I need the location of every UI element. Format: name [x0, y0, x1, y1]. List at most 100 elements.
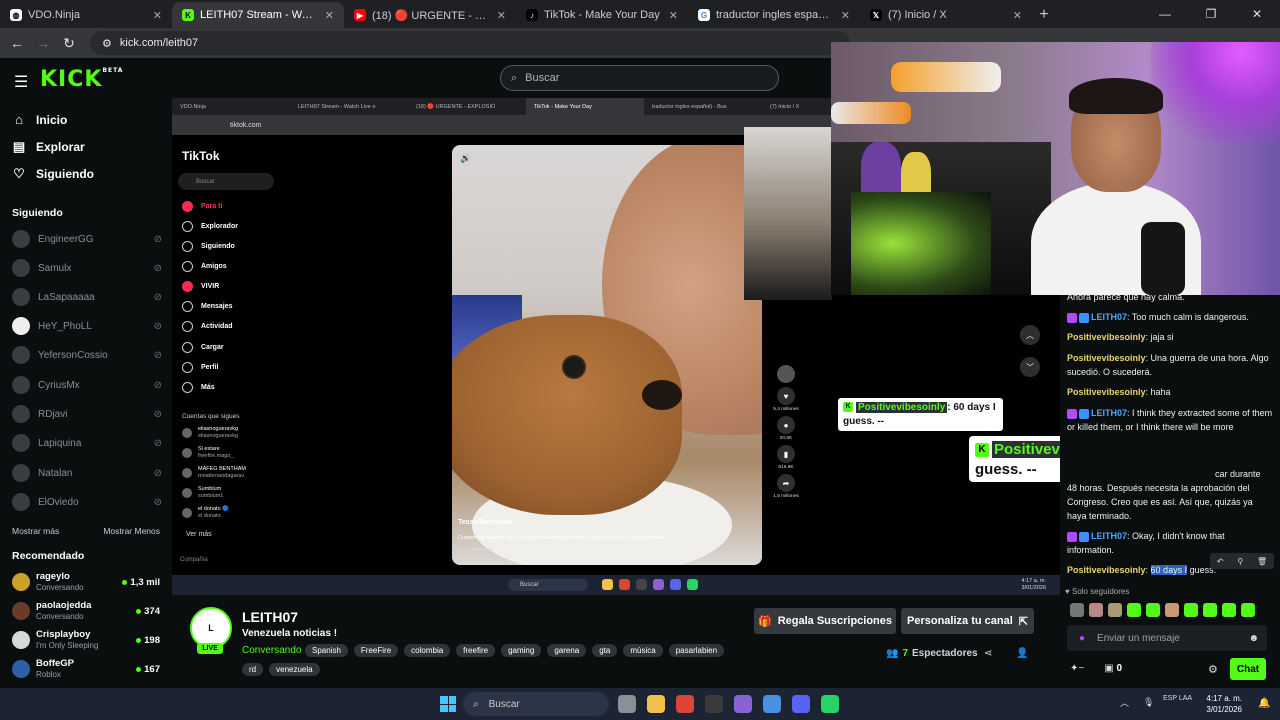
- browser-tab-active[interactable]: K LEITH07 Stream - Watch Live on ✕: [172, 2, 344, 28]
- kick-logo[interactable]: KICKBETA: [40, 67, 123, 92]
- tag[interactable]: colombia: [404, 644, 451, 657]
- chat-input[interactable]: ● Enviar un mensaje ☻: [1067, 625, 1267, 651]
- show-more-button[interactable]: Mostrar más: [12, 526, 59, 536]
- url-field[interactable]: ⚙ kick.com/leith07: [90, 31, 850, 55]
- browser-tab[interactable]: ♪ TikTok - Make Your Day ✕: [516, 2, 688, 28]
- new-tab-button[interactable]: +: [1032, 2, 1056, 28]
- following-item[interactable]: CyriusMx ⊘: [12, 376, 162, 394]
- following-item[interactable]: Samulx ⊘: [12, 259, 162, 277]
- close-icon[interactable]: ✕: [1013, 9, 1022, 22]
- message-user[interactable]: LEITH07: [1091, 531, 1127, 541]
- notepad-icon[interactable]: [763, 695, 781, 713]
- nav-inicio[interactable]: ⌂ Inicio: [12, 112, 67, 127]
- tag[interactable]: Spanish: [305, 644, 348, 657]
- chrome-icon[interactable]: [676, 695, 694, 713]
- taskbar-search[interactable]: ⌕ Buscar: [463, 692, 609, 716]
- clock[interactable]: 4:17 a. m. 3/01/2026: [1202, 693, 1242, 715]
- message-user[interactable]: Positivevibesoinly: [1067, 353, 1146, 363]
- browser-tab[interactable]: 𝕏 (7) Inicio / X ✕: [860, 2, 1032, 28]
- stream-category[interactable]: Conversando: [242, 645, 301, 656]
- whatsapp-icon[interactable]: [821, 695, 839, 713]
- emote-icon[interactable]: [1108, 603, 1122, 617]
- mic-icon[interactable]: 🎙: [1143, 697, 1154, 708]
- browser-tab[interactable]: ▶ (18) 🔴 URGENTE - EXPLOSION ✕: [344, 2, 516, 28]
- follow-user-icon[interactable]: 👤: [1016, 648, 1028, 659]
- notification-icon[interactable]: 🔔: [1258, 698, 1270, 709]
- emote-icon[interactable]: [1184, 603, 1198, 617]
- following-item[interactable]: LaSapaaaaa ⊘: [12, 288, 162, 306]
- message-user[interactable]: LEITH07: [1091, 408, 1127, 418]
- tag[interactable]: venezuela: [269, 663, 320, 676]
- close-icon[interactable]: ✕: [325, 9, 334, 22]
- recommended-item[interactable]: Crisplayboy I'm Only Sleeping 198: [12, 629, 160, 651]
- pin-icon[interactable]: ⚲: [1237, 557, 1243, 566]
- emote-icon[interactable]: [1146, 603, 1160, 617]
- message-user[interactable]: Positivevibesoinly: [1067, 387, 1146, 397]
- message-user[interactable]: Positivevibesoinly: [1067, 565, 1146, 575]
- maximize-button[interactable]: ❐: [1188, 0, 1234, 28]
- gift-icon[interactable]: ▣ 0: [1104, 663, 1122, 674]
- nav-explorar[interactable]: ▤ Explorar: [12, 139, 85, 155]
- tag[interactable]: gaming: [501, 644, 542, 657]
- tag[interactable]: FreeFire: [353, 644, 399, 657]
- windows-start-icon[interactable]: [440, 696, 456, 712]
- emote-icon[interactable]: [1222, 603, 1236, 617]
- chat-send-button[interactable]: Chat: [1230, 658, 1266, 680]
- emoji-icon[interactable]: ☻: [1248, 633, 1259, 644]
- language-indicator[interactable]: ESP LAA: [1163, 694, 1192, 703]
- tag[interactable]: pasarlabien: [668, 644, 725, 657]
- recommended-item[interactable]: paolaojedda Conversando 374: [12, 600, 160, 622]
- following-item[interactable]: Natalan ⊘: [12, 464, 162, 482]
- close-icon[interactable]: ✕: [841, 9, 850, 22]
- close-icon[interactable]: ✕: [669, 9, 678, 22]
- file-explorer-icon[interactable]: [647, 695, 665, 713]
- gift-subscriptions-button[interactable]: 🎁 Regala Suscripciones: [754, 608, 896, 634]
- reply-icon[interactable]: ↶: [1217, 557, 1224, 566]
- following-item[interactable]: YefersonCossio ⊘: [12, 346, 162, 364]
- emote-icon[interactable]: [1203, 603, 1217, 617]
- message-user[interactable]: Positivevibesoinly: [1067, 332, 1146, 342]
- back-button[interactable]: ←: [6, 32, 28, 54]
- recommended-item[interactable]: BoffeGP Roblox 167: [12, 658, 160, 680]
- share-icon[interactable]: ⋖: [984, 648, 992, 659]
- show-less-button[interactable]: Mostrar Menos: [103, 526, 160, 536]
- gear-icon[interactable]: ⚙: [1208, 663, 1218, 676]
- recommended-item[interactable]: rageylo Conversando 1,3 mil: [12, 571, 160, 593]
- close-icon[interactable]: ✕: [153, 9, 162, 22]
- customize-channel-button[interactable]: Personaliza tu canal ⇱: [901, 608, 1034, 634]
- reload-button[interactable]: ↻: [58, 32, 80, 54]
- browser-tab[interactable]: ◍ VDO.Ninja ✕: [0, 2, 172, 28]
- site-info-icon[interactable]: ⚙: [102, 37, 112, 50]
- discord-icon[interactable]: [792, 695, 810, 713]
- emote-icon[interactable]: [1165, 603, 1179, 617]
- menu-icon[interactable]: ☰: [14, 72, 28, 92]
- close-window-button[interactable]: ✕: [1234, 0, 1280, 28]
- tag[interactable]: rd: [242, 663, 264, 676]
- delete-icon[interactable]: 🗑: [1257, 557, 1267, 566]
- chevron-up-icon[interactable]: ︿: [1120, 696, 1129, 709]
- tag[interactable]: garena: [547, 644, 587, 657]
- emote-icon[interactable]: [1070, 603, 1084, 617]
- github-icon[interactable]: [705, 695, 723, 713]
- tag[interactable]: música: [623, 644, 663, 657]
- following-item[interactable]: HeY_PhoLL ⊘: [12, 317, 162, 335]
- browser-tab[interactable]: Gtraductor ingles español) - Busc ✕: [688, 2, 860, 28]
- following-item[interactable]: Lapiquina ⊘: [12, 434, 162, 452]
- forward-button[interactable]: →: [32, 32, 54, 54]
- following-item[interactable]: EngineerGG ⊘: [12, 230, 162, 248]
- close-icon[interactable]: ✕: [497, 9, 506, 22]
- tag[interactable]: gta: [592, 644, 618, 657]
- streamer-name[interactable]: LEITH07: [242, 609, 298, 625]
- search-input[interactable]: ⌕ Buscar: [500, 65, 779, 91]
- nav-siguiendo[interactable]: ♡ Siguiendo: [12, 166, 94, 182]
- minimize-button[interactable]: —: [1142, 0, 1188, 28]
- message-user[interactable]: LEITH07: [1091, 312, 1127, 322]
- emote-icon[interactable]: [1127, 603, 1141, 617]
- emote-icon[interactable]: [1241, 603, 1255, 617]
- app-icon[interactable]: [734, 695, 752, 713]
- tag[interactable]: freefire: [456, 644, 496, 657]
- points-icon[interactable]: ✦~: [1070, 663, 1084, 674]
- following-item[interactable]: ElOviedo ⊘: [12, 493, 162, 511]
- emote-icon[interactable]: [1089, 603, 1103, 617]
- task-view-icon[interactable]: [618, 695, 636, 713]
